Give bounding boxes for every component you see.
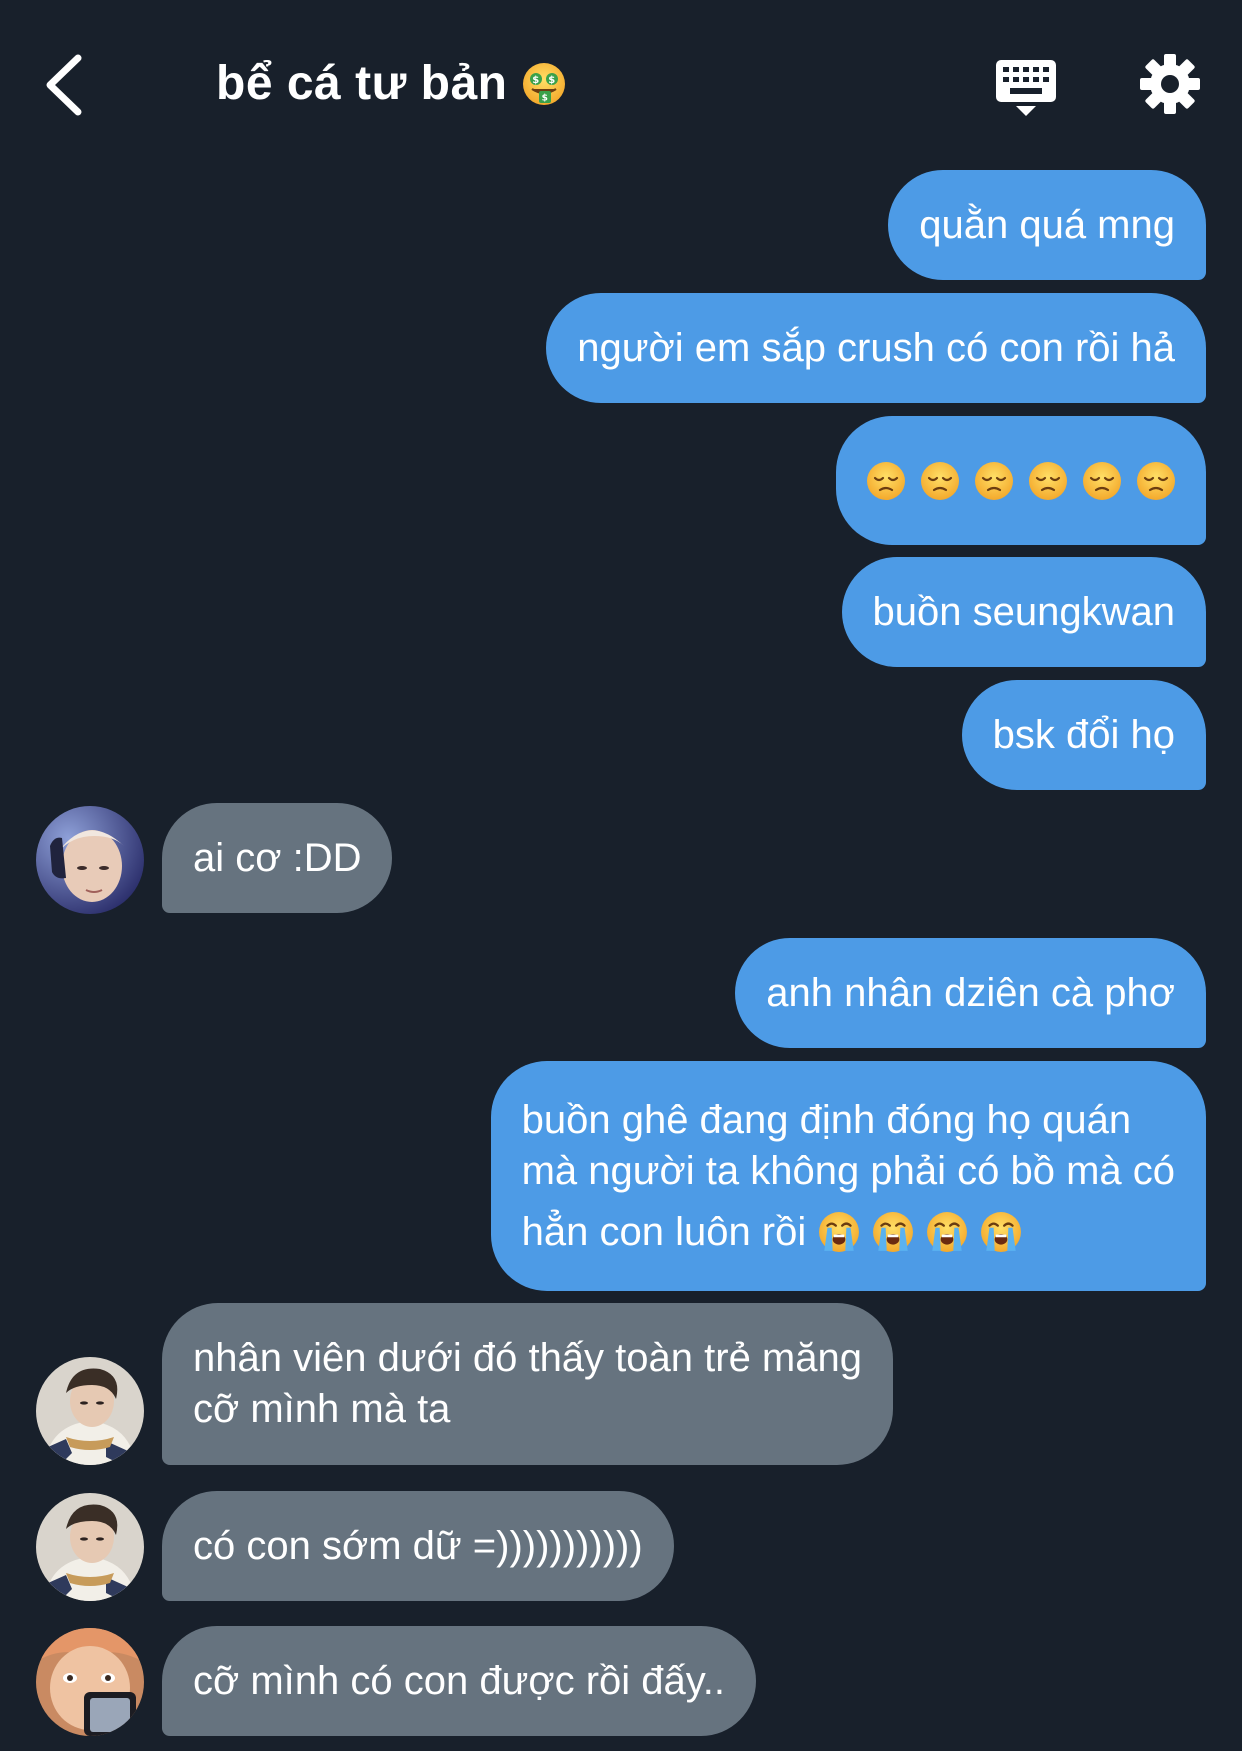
pensive-face-icon	[920, 461, 960, 501]
message-bubble-outgoing[interactable]: buồn seungkwan	[841, 557, 1206, 667]
keyboard-icon	[996, 60, 1056, 116]
message-text: người em sắp crush có con rồi hả	[577, 325, 1175, 370]
message-bubble-incoming[interactable]: ai cơ :DD	[162, 803, 393, 913]
message-text: anh nhân dziên cà phơ	[766, 970, 1175, 1015]
settings-button[interactable]	[1138, 52, 1202, 116]
message-text: quằn quá mng	[919, 202, 1175, 247]
message-bubble-incoming[interactable]: có con sớm dữ =)))))))))))	[162, 1491, 674, 1601]
pensive-face-icon	[974, 461, 1014, 501]
avatar[interactable]	[36, 1357, 144, 1465]
message-bubble-outgoing[interactable]: buồn ghê đang định đóng họ quán mà người…	[490, 1061, 1206, 1291]
chevron-left-icon	[46, 54, 82, 116]
pensive-face-icon	[866, 461, 906, 501]
avatar[interactable]	[36, 1628, 144, 1736]
message-bubble-incoming[interactable]: nhân viên dưới đó thấy toàn trẻ măng cỡ …	[162, 1303, 893, 1465]
loudly-crying-face-icon	[818, 1211, 860, 1253]
message-bubble-outgoing[interactable]: quằn quá mng	[888, 170, 1206, 280]
message-bubble-outgoing[interactable]: anh nhân dziên cà phơ	[735, 938, 1206, 1048]
avatar-image	[36, 1357, 144, 1465]
emoji-row	[866, 461, 1176, 501]
loudly-crying-face-icon	[872, 1211, 914, 1253]
loudly-crying-face-icon	[926, 1211, 968, 1253]
money-mouth-face-icon: $ $ $	[522, 62, 565, 105]
pensive-face-icon	[1082, 461, 1122, 501]
pensive-face-icon	[1136, 461, 1176, 501]
message-text-block: buồn ghê đang định đóng họ quán mà người…	[522, 1095, 1175, 1258]
avatar[interactable]	[36, 1493, 144, 1601]
chat-title-text: bể cá tư bản	[216, 57, 508, 110]
svg-text:$: $	[548, 75, 555, 86]
message-line: mà người ta không phải có bồ mà có	[521, 1148, 1175, 1193]
message-line: nhân viên dưới đó thấy toàn trẻ măng	[193, 1336, 862, 1380]
svg-text:$: $	[532, 75, 539, 86]
message-bubble-incoming[interactable]: cỡ mình có con được rồi đấy..	[162, 1626, 757, 1736]
gear-icon	[1140, 54, 1200, 114]
chat-title[interactable]: bể cá tư bản $ $ $	[216, 56, 566, 111]
back-button[interactable]	[40, 50, 90, 120]
message-text: bsk đổi họ	[992, 712, 1175, 757]
message-text: buồn seungkwan	[872, 589, 1175, 634]
avatar-image	[36, 1493, 144, 1601]
chat-header: bể cá tư bản $ $ $	[0, 0, 1242, 170]
message-text: cỡ mình có con được rồi đấy..	[193, 1658, 726, 1703]
loudly-crying-face-icon	[980, 1211, 1022, 1253]
message-text: có con sớm dữ =)))))))))))	[193, 1523, 643, 1568]
avatar-image	[36, 1628, 144, 1736]
avatar[interactable]	[36, 806, 144, 914]
message-text: ai cơ :DD	[193, 835, 362, 880]
message-line-with-emoji: hẳn con luôn rồi	[522, 1207, 1175, 1258]
avatar-image	[36, 806, 144, 914]
pensive-face-icon	[1028, 461, 1068, 501]
message-line: buồn ghê đang định đóng họ quán	[521, 1097, 1132, 1142]
keyboard-button[interactable]	[994, 56, 1058, 120]
svg-text:$: $	[541, 93, 548, 103]
message-bubble-outgoing[interactable]	[836, 416, 1206, 545]
message-line: hẳn con luôn rồi	[521, 1209, 807, 1254]
message-line: cỡ mình mà ta	[193, 1387, 451, 1431]
message-bubble-outgoing[interactable]: người em sắp crush có con rồi hả	[546, 293, 1206, 403]
message-text-block: nhân viên dưới đó thấy toàn trẻ măng cỡ …	[193, 1333, 862, 1435]
message-bubble-outgoing[interactable]: bsk đổi họ	[961, 680, 1206, 790]
